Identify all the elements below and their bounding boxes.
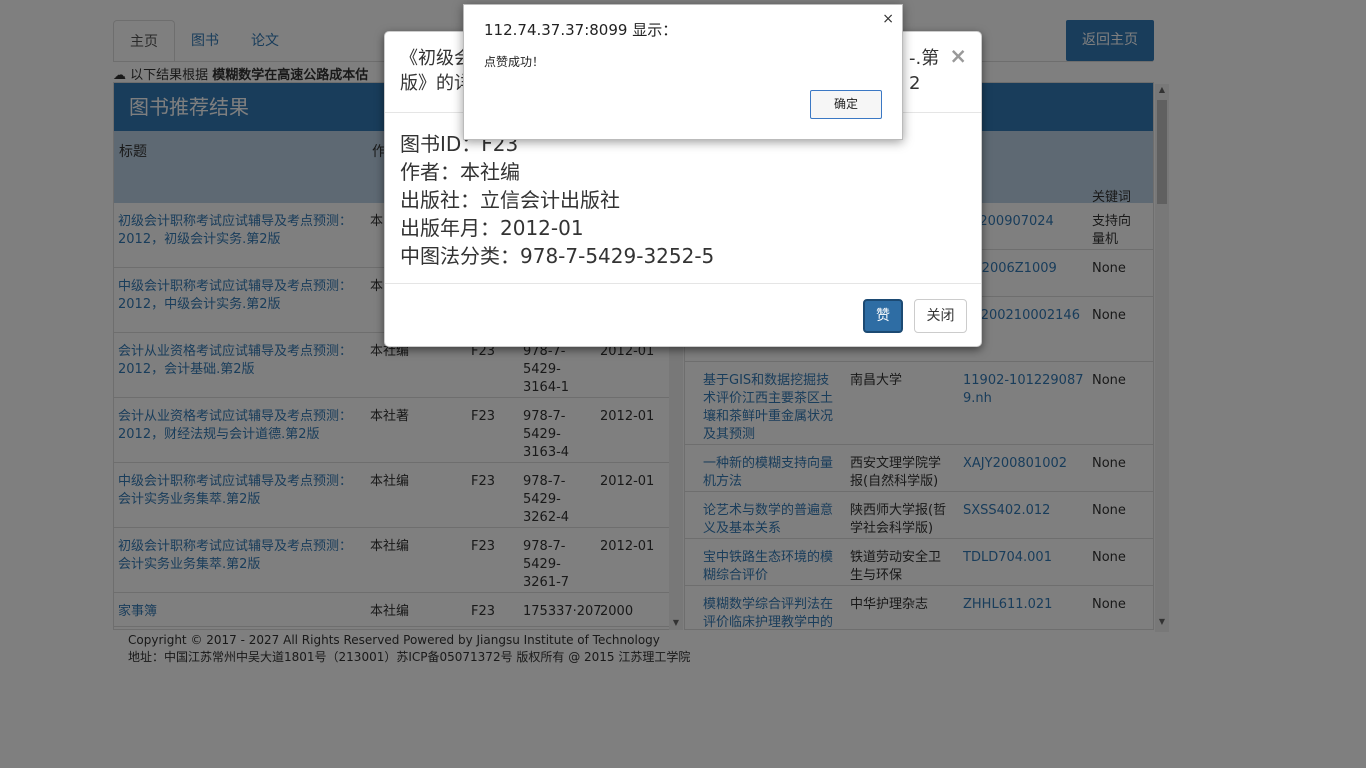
alert-title: 112.74.37.37:8099 显示：: [484, 21, 678, 39]
modal-title-left: 《初级会: [400, 48, 472, 69]
close-button[interactable]: 关闭: [914, 299, 967, 333]
field-author: 作者：本社编: [400, 160, 520, 184]
field-publisher: 出版社：立信会计出版社: [400, 188, 620, 212]
modal-title-line2: 版》的详: [400, 73, 472, 94]
modal-close-icon[interactable]: ×: [949, 44, 967, 68]
modal-title-right: -.第2: [909, 48, 940, 94]
field-publish-date: 出版年月：2012-01: [400, 216, 584, 240]
like-button[interactable]: 赞: [863, 299, 903, 333]
modal-body: 图书ID：F23 作者：本社编 出版社：立信会计出版社 出版年月：2012-01…: [400, 130, 714, 270]
field-classification: 中图法分类：978-7-5429-3252-5: [400, 244, 715, 268]
alert-message: 点赞成功！: [484, 55, 545, 69]
alert-ok-button[interactable]: 确定: [810, 90, 882, 119]
modal-footer-divider: [385, 283, 981, 284]
alert-close-icon[interactable]: ×: [882, 11, 894, 27]
browser-alert-dialog: 112.74.37.37:8099 显示： × 点赞成功！ 确定: [463, 4, 903, 140]
